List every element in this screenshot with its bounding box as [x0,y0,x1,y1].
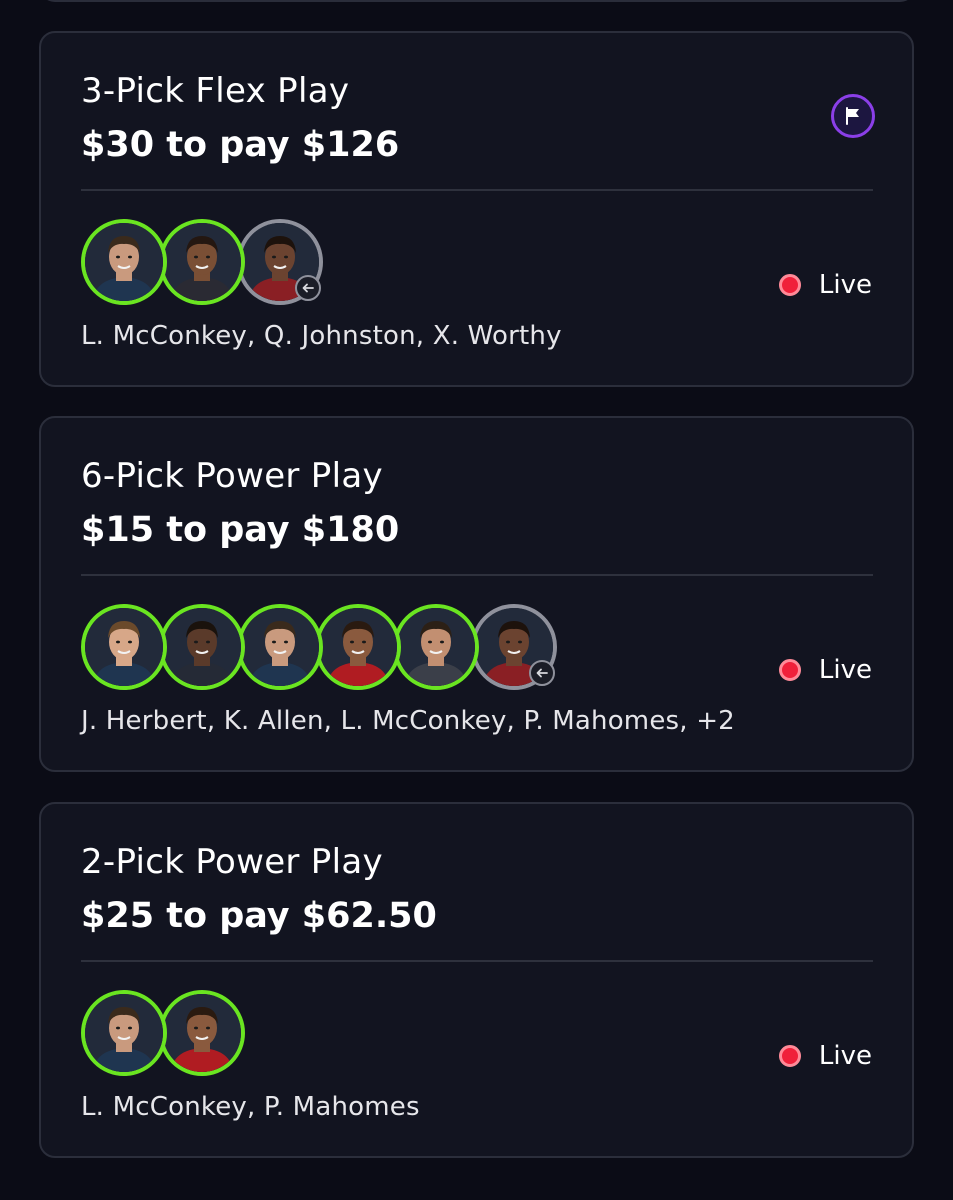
previous-card-edge [39,0,916,2]
card-divider [81,960,873,962]
entry-title: 2-Pick Power Play [81,842,383,882]
live-dot-icon [778,1045,801,1067]
live-dot-icon [778,274,801,296]
entry-card[interactable]: 2-Pick Power Play $25 to pay $62.50 Live… [39,802,914,1158]
entries-list: 3-Pick Flex Play $30 to pay $126 Live L.… [0,0,953,1200]
player-headshot-icon [163,608,241,686]
swap-arrow-icon [529,660,555,686]
player-headshot-icon [85,223,163,301]
player-avatar[interactable] [81,604,167,690]
player-headshot-icon [85,994,163,1072]
live-status: Live [778,270,872,300]
pick-names: J. Herbert, K. Allen, L. McConkey, P. Ma… [81,706,735,736]
player-avatar[interactable] [159,604,245,690]
pick-names: L. McConkey, Q. Johnston, X. Worthy [81,321,562,351]
player-headshot-icon [163,223,241,301]
card-divider [81,189,873,191]
live-status: Live [778,1041,872,1071]
pick-avatars [81,990,681,1078]
entry-card[interactable]: 6-Pick Power Play $15 to pay $180 Live J… [39,416,914,772]
player-avatar[interactable] [393,604,479,690]
pick-avatars [81,219,681,307]
swap-arrow-icon [295,275,321,301]
player-headshot-icon [163,994,241,1072]
player-avatar[interactable] [81,990,167,1076]
live-label: Live [818,270,872,300]
pick-names: L. McConkey, P. Mahomes [81,1092,420,1122]
entry-payout: $25 to pay $62.50 [81,896,437,936]
player-avatar[interactable] [315,604,401,690]
player-avatar[interactable] [81,219,167,305]
live-label: Live [818,655,872,685]
player-avatar[interactable] [159,219,245,305]
player-avatar[interactable] [159,990,245,1076]
entry-title: 6-Pick Power Play [81,456,383,496]
player-headshot-icon [397,608,475,686]
entry-title: 3-Pick Flex Play [81,71,350,111]
live-status: Live [778,655,872,685]
player-headshot-icon [319,608,397,686]
pick-avatars [81,604,681,692]
entry-card[interactable]: 3-Pick Flex Play $30 to pay $126 Live L.… [39,31,914,387]
live-dot-icon [778,659,801,681]
player-avatar[interactable] [237,604,323,690]
live-label: Live [818,1041,872,1071]
entry-payout: $15 to pay $180 [81,510,400,550]
card-divider [81,574,873,576]
player-headshot-icon [241,608,319,686]
flag-icon[interactable] [831,94,875,138]
entry-payout: $30 to pay $126 [81,125,400,165]
player-headshot-icon [85,608,163,686]
